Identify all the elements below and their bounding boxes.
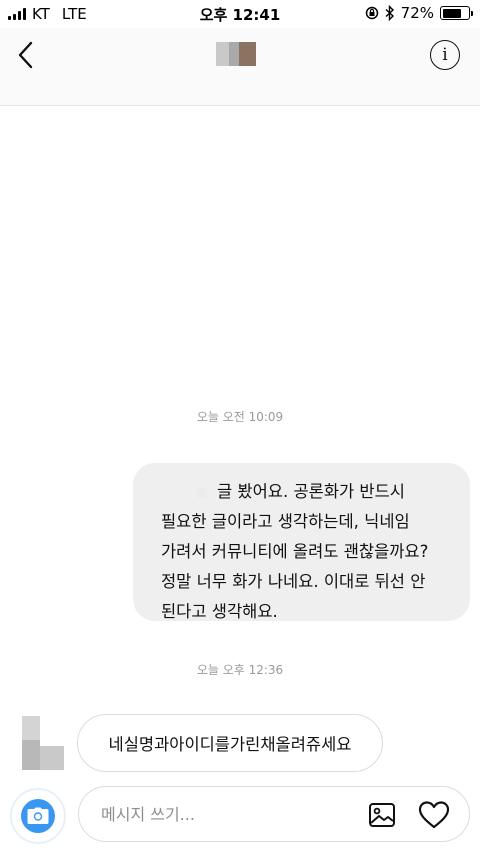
message-timestamp: 오늘 오후 12:36: [196, 663, 284, 677]
message-line: 필요한 글이라고 생각하는데, 닉네임: [161, 512, 410, 531]
contact-avatar[interactable]: [216, 42, 256, 66]
conversation-header: i: [0, 28, 480, 106]
message-line: 가려서 커뮤니티에 올려도 괜찮을까요?: [161, 542, 429, 561]
message-composer: [78, 786, 470, 842]
incoming-message-text: 네실명과아이디를가린채올려쥬세요: [108, 735, 352, 754]
outgoing-message-bubble[interactable]: 글 봤어요. 공론화가 반드시 필요한 글이라고 생각하는데, 닉네임 가려서 …: [133, 463, 470, 621]
battery-fill: [442, 8, 461, 18]
orientation-lock-icon: [365, 6, 378, 20]
info-glyph: i: [442, 45, 448, 65]
message-line: 정말 너무 화가 나네요. 이대로 뒤선 안: [161, 572, 426, 591]
status-bar: KT LTE 오후 12:41 72%: [0, 0, 480, 28]
chevron-left-icon[interactable]: [12, 38, 42, 72]
battery-percent: 72%: [400, 4, 434, 22]
battery-icon: [440, 6, 473, 20]
heart-icon[interactable]: [417, 800, 451, 830]
status-right: 72%: [365, 4, 473, 22]
bluetooth-icon: [385, 5, 394, 21]
info-icon[interactable]: i: [430, 40, 460, 70]
message-timestamp: 오늘 오전 10:09: [196, 410, 284, 424]
message-line: 글 봤어요. 공론화가 반드시: [161, 477, 450, 507]
gallery-icon[interactable]: [367, 800, 397, 830]
camera-button[interactable]: [10, 788, 66, 844]
camera-icon: [21, 799, 55, 833]
message-input[interactable]: [101, 799, 361, 829]
sender-avatar[interactable]: [22, 716, 64, 770]
incoming-message-bubble[interactable]: 네실명과아이디를가린채올려쥬세요: [77, 714, 383, 772]
blurred-nickname: [197, 487, 207, 498]
message-line: 된다고 생각해요.: [161, 602, 278, 621]
